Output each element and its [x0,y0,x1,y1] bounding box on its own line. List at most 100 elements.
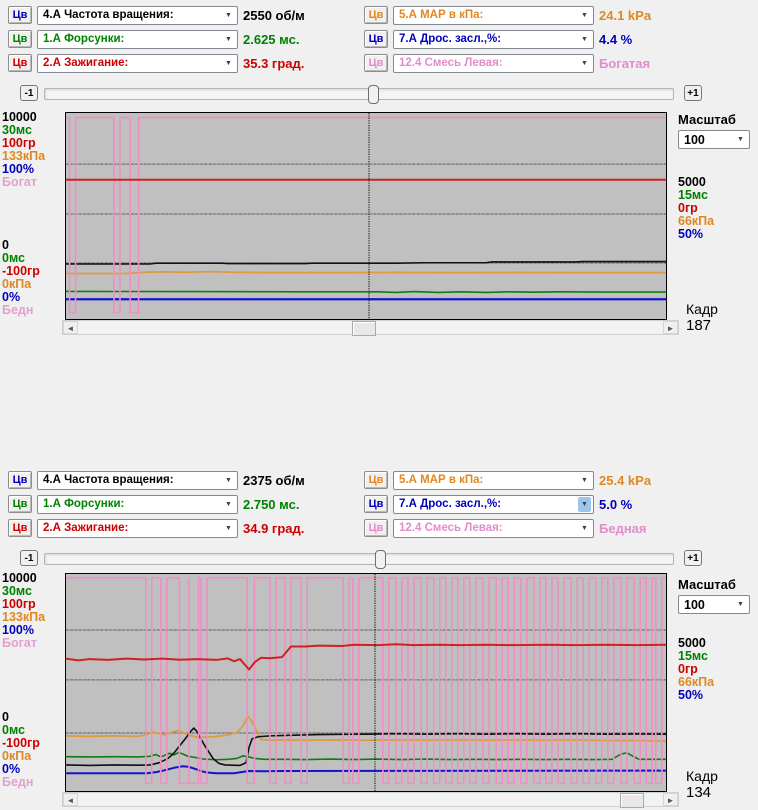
scope-panel-bottom: Цв 4.А Частота вращения: ▼ 2375 об/м Цв … [0,465,758,810]
chevron-down-icon: ▼ [734,597,747,612]
channel-select[interactable]: 4.А Частота вращения: ▼ [37,471,238,490]
axis-min-labels: 0 0мс -100гр 0кПа 0% Бедн [2,239,64,317]
scale-select[interactable]: 100 ▼ [678,595,750,614]
channel-select[interactable]: 2.А Зажигание: ▼ [37,54,238,73]
scope-panel-top: Цв 4.А Частота вращения: ▼ 2550 об/м Цв … [0,0,758,345]
channel-row: Цв 7.А Дрос. засл.,%: ▼ 5.0 % [364,494,632,514]
trackbar-thumb[interactable] [375,550,386,569]
scroll-left-icon[interactable]: ◄ [63,321,78,334]
channel-select[interactable]: 12.4 Смесь Левая: ▼ [393,54,594,73]
frame-back-button[interactable]: -1 [20,550,38,566]
scrollbar-thumb[interactable] [352,321,376,336]
axis-label: 50% [678,228,756,241]
channel-select-label: 4.А Частота вращения: [43,474,222,486]
channel-select[interactable]: 5.А МАР в кПа: ▼ [393,471,594,490]
color-picker-button[interactable]: Цв [8,471,32,489]
chevron-down-icon: ▼ [578,56,591,71]
channel-select[interactable]: 2.А Зажигание: ▼ [37,519,238,538]
frame-forward-button[interactable]: +1 [684,550,702,566]
chevron-down-icon: ▼ [734,132,747,147]
color-picker-button[interactable]: Цв [364,6,388,24]
channel-row: Цв 2.А Зажигание: ▼ 34.9 град. [8,518,304,538]
frame-forward-button[interactable]: +1 [684,85,702,101]
chevron-down-icon: ▼ [222,32,235,47]
frame-counter-value: 187 [686,317,711,334]
channel-select[interactable]: 7.А Дрос. засл.,%: ▼ [393,30,594,49]
color-picker-button[interactable]: Цв [364,471,388,489]
channel-row: Цв 4.А Частота вращения: ▼ 2550 об/м [8,5,305,25]
channel-row: Цв 7.А Дрос. засл.,%: ▼ 4.4 % [364,29,632,49]
channel-row: Цв 1.А Форсунки: ▼ 2.750 мс. [8,494,299,514]
scrollbar-thumb[interactable] [620,793,644,808]
channel-select[interactable]: 5.А МАР в кПа: ▼ [393,6,594,25]
scale-select-value: 100 [684,133,734,147]
color-picker-button[interactable]: Цв [8,6,32,24]
channel-row: Цв 12.4 Смесь Левая: ▼ Богатая [364,53,650,73]
color-picker-button[interactable]: Цв [364,495,388,513]
color-picker-button[interactable]: Цв [364,519,388,537]
frame-back-button[interactable]: -1 [20,85,38,101]
chevron-down-icon: ▼ [222,473,235,488]
channel-select[interactable]: 1.А Форсунки: ▼ [37,495,238,514]
color-picker-button[interactable]: Цв [364,54,388,72]
channel-value: 24.1 kPa [599,8,651,23]
chevron-down-icon: ▼ [222,521,235,536]
channel-select-label: 5.А МАР в кПа: [399,474,578,486]
scale-select-value: 100 [684,598,734,612]
channel-value: 2.625 мс. [243,32,299,47]
scroll-right-icon[interactable]: ► [663,793,678,806]
frame-trackbar[interactable] [44,553,674,565]
scroll-left-icon[interactable]: ◄ [63,793,78,806]
chart-canvas[interactable] [66,113,666,319]
channel-row: Цв 4.А Частота вращения: ▼ 2375 об/м [8,470,305,490]
channel-value: 35.3 град. [243,56,304,71]
channel-select-label: 5.А МАР в кПа: [399,9,578,21]
chevron-down-icon: ▼ [222,497,235,512]
channel-select-label: 2.А Зажигание: [43,57,222,69]
scale-select[interactable]: 100 ▼ [678,130,750,149]
axis-label: Бедн [2,776,64,789]
chevron-down-icon: ▼ [578,32,591,47]
trackbar-thumb[interactable] [368,85,379,104]
channel-select-label: 4.А Частота вращения: [43,9,222,21]
chart-scrollbar[interactable]: ◄ ► [62,320,679,335]
channel-value: 2375 об/м [243,473,305,488]
frame-counter-label: Кадр [686,301,718,317]
axis-mid-labels: 5000 15мс 0гр 66кПа 50% [678,176,756,241]
color-picker-button[interactable]: Цв [8,54,32,72]
axis-min-labels: 0 0мс -100гр 0кПа 0% Бедн [2,711,64,789]
channel-select[interactable]: 1.А Форсунки: ▼ [37,30,238,49]
color-picker-button[interactable]: Цв [8,495,32,513]
channel-select[interactable]: 4.А Частота вращения: ▼ [37,6,238,25]
color-picker-button[interactable]: Цв [364,30,388,48]
axis-label: Богат [2,176,64,189]
channel-value: Богатая [599,56,650,71]
diagnostic-scope-app: Цв 4.А Частота вращения: ▼ 2550 об/м Цв … [0,0,758,810]
axis-label: 50% [678,689,756,702]
chevron-down-icon: ▼ [222,8,235,23]
axis-max-labels: 10000 30мс 100гр 133кПа 100% Богат [2,572,64,650]
chevron-down-icon: ▼ [578,521,591,536]
channel-select-label: 2.А Зажигание: [43,522,222,534]
channel-select-label: 1.А Форсунки: [43,498,222,510]
channel-select-label: 1.А Форсунки: [43,33,222,45]
channel-value: 25.4 kPa [599,473,651,488]
channel-value: 2.750 мс. [243,497,299,512]
chart-canvas[interactable] [66,574,666,791]
frame-trackbar[interactable] [44,88,674,100]
axis-label: Богат [2,637,64,650]
chart-scrollbar[interactable]: ◄ ► [62,792,679,807]
axis-mid-labels: 5000 15мс 0гр 66кПа 50% [678,637,756,702]
oscilloscope-chart[interactable] [65,112,667,320]
channel-select-label: 7.А Дрос. засл.,%: [399,33,578,45]
channel-value: Бедная [599,521,647,536]
scroll-right-icon[interactable]: ► [663,321,678,334]
channel-row: Цв 1.А Форсунки: ▼ 2.625 мс. [8,29,299,49]
oscilloscope-chart[interactable] [65,573,667,792]
color-picker-button[interactable]: Цв [8,30,32,48]
channel-select-focused[interactable]: 7.А Дрос. засл.,%: ▼ [393,495,594,514]
color-picker-button[interactable]: Цв [8,519,32,537]
channel-value: 2550 об/м [243,8,305,23]
channel-value: 34.9 град. [243,521,304,536]
channel-select[interactable]: 12.4 Смесь Левая: ▼ [393,519,594,538]
